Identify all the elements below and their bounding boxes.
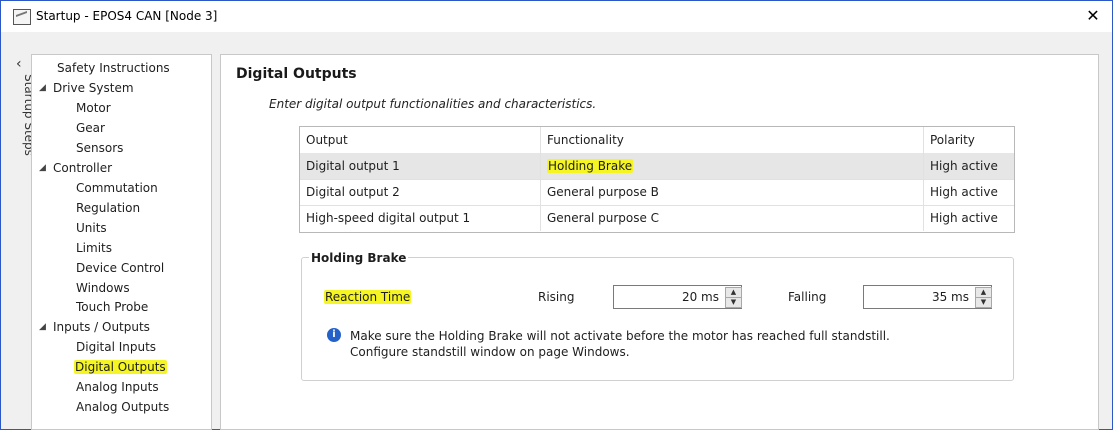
tree-item-analog-outputs[interactable]: Analog Outputs	[76, 397, 169, 417]
title-bar: Startup - EPOS4 CAN [Node 3] ✕	[1, 1, 1112, 32]
page-title: Digital Outputs	[236, 66, 357, 82]
window-title: Startup - EPOS4 CAN [Node 3]	[36, 9, 218, 23]
reaction-time-label: Reaction Time	[324, 290, 412, 304]
tree-item-motor[interactable]: Motor	[76, 98, 111, 118]
table-row[interactable]: High-speed digital output 1 General purp…	[300, 205, 1014, 231]
rising-spinbox[interactable]: 20 ms ▲ ▼	[613, 285, 742, 309]
spin-down-icon[interactable]: ▼	[725, 297, 742, 308]
table-header-row: Output Functionality Polarity	[300, 127, 1014, 154]
expand-caret-icon[interactable]: ◢	[39, 83, 46, 93]
holding-brake-title: Holding Brake	[309, 251, 409, 265]
collapse-chevron-icon[interactable]: ‹	[16, 56, 22, 72]
falling-value[interactable]: 35 ms	[932, 286, 969, 308]
tree-item-analog-inputs[interactable]: Analog Inputs	[76, 377, 159, 397]
spin-down-icon[interactable]: ▼	[975, 297, 992, 308]
column-header-functionality[interactable]: Functionality	[541, 127, 924, 153]
falling-spin-buttons: ▲ ▼	[975, 287, 992, 308]
rising-value[interactable]: 20 ms	[682, 286, 719, 308]
close-button[interactable]: ✕	[1081, 5, 1105, 27]
tree-item-digital-outputs[interactable]: Digital Outputs	[74, 357, 167, 377]
table-row[interactable]: Digital output 1 Holding Brake High acti…	[300, 153, 1014, 180]
expand-caret-icon[interactable]: ◢	[39, 163, 46, 173]
tree-item-limits[interactable]: Limits	[76, 238, 112, 258]
column-header-polarity[interactable]: Polarity	[924, 127, 1014, 153]
falling-label: Falling	[788, 290, 827, 304]
app-icon	[13, 9, 31, 25]
tree-item-safety-instructions[interactable]: Safety Instructions	[57, 58, 170, 78]
tree-item-regulation[interactable]: Regulation	[76, 198, 140, 218]
startup-steps-strip[interactable]: ‹ Startup Steps	[8, 52, 36, 428]
outputs-table: Output Functionality Polarity Digital ou…	[299, 126, 1015, 233]
cell-polarity[interactable]: High active	[924, 205, 1014, 231]
tree-item-digital-outputs-label: Digital Outputs	[74, 360, 167, 374]
rising-spin-buttons: ▲ ▼	[725, 287, 742, 308]
info-text-line-2: Configure standstill window on page Wind…	[350, 345, 630, 359]
tree-item-drive-system[interactable]: Drive System	[53, 78, 134, 98]
tree-item-commutation[interactable]: Commutation	[76, 178, 158, 198]
cell-output: Digital output 2	[300, 179, 541, 205]
column-header-output[interactable]: Output	[300, 127, 541, 153]
cell-output: Digital output 1	[300, 153, 541, 179]
cell-polarity[interactable]: High active	[924, 179, 1014, 205]
reaction-time-label-text: Reaction Time	[324, 290, 412, 304]
tree-item-inputs-outputs[interactable]: Inputs / Outputs	[53, 317, 150, 337]
tree-item-sensors[interactable]: Sensors	[76, 138, 123, 158]
tree-item-controller[interactable]: Controller	[53, 158, 112, 178]
tree-item-units[interactable]: Units	[76, 218, 107, 238]
info-text-line-1: Make sure the Holding Brake will not act…	[350, 329, 890, 343]
cell-functionality[interactable]: General purpose B	[541, 179, 924, 205]
tree-item-touch-probe[interactable]: Touch Probe	[76, 297, 148, 317]
tree-item-gear[interactable]: Gear	[76, 118, 105, 138]
page-subtitle: Enter digital output functionalities and…	[269, 97, 597, 111]
expand-caret-icon[interactable]: ◢	[39, 322, 46, 332]
tree-item-windows[interactable]: Windows	[76, 278, 130, 298]
tree-item-device-control[interactable]: Device Control	[76, 258, 164, 278]
holding-brake-group	[301, 257, 1014, 381]
cell-functionality-label: Holding Brake	[547, 159, 634, 173]
rising-label: Rising	[538, 290, 575, 304]
info-icon: i	[327, 328, 341, 342]
cell-functionality[interactable]: General purpose C	[541, 205, 924, 231]
cell-functionality[interactable]: Holding Brake	[541, 153, 924, 179]
cell-output: High-speed digital output 1	[300, 205, 541, 231]
cell-polarity[interactable]: High active	[924, 153, 1014, 179]
falling-spinbox[interactable]: 35 ms ▲ ▼	[863, 285, 992, 309]
table-row[interactable]: Digital output 2 General purpose B High …	[300, 179, 1014, 206]
tree-item-digital-inputs[interactable]: Digital Inputs	[76, 337, 156, 357]
